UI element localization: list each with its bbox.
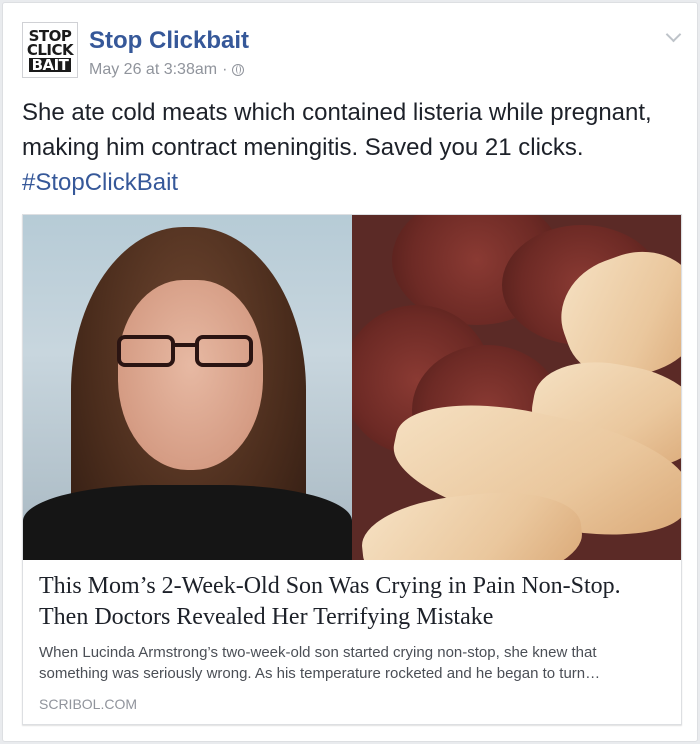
post-timestamp[interactable]: May 26 at 3:38am	[89, 61, 217, 79]
post-body: She ate cold meats which contained liste…	[22, 95, 692, 200]
logo-text-click: CLICK	[26, 40, 74, 59]
woman-photo	[23, 215, 352, 560]
globe-icon[interactable]	[232, 64, 245, 76]
meta-separator: ·	[222, 61, 228, 78]
logo-text-bait: BAIT	[28, 57, 72, 72]
glasses-right-lens	[195, 335, 253, 367]
post-meta: May 26 at 3:38am ·	[89, 61, 245, 79]
post-card: STOP CLICK BAIT Stop Clickbait May 26 at…	[2, 2, 698, 742]
glasses-bridge	[173, 343, 197, 347]
link-description-line: When Lucinda Armstrong’s two-week-old so…	[39, 644, 597, 661]
link-description-line: something was seriously wrong. As his te…	[39, 665, 601, 682]
cold-meats-photo	[352, 215, 681, 560]
link-domain: SCRIBOL.COM	[39, 696, 138, 712]
link-description: When Lucinda Armstrong’s two-week-old so…	[39, 642, 669, 684]
glasses-left-lens	[117, 335, 175, 367]
link-preview-card[interactable]: This Mom’s 2-Week-Old Son Was Crying in …	[22, 214, 682, 725]
link-preview-image[interactable]	[23, 215, 681, 560]
page-name-link[interactable]: Stop Clickbait	[89, 27, 249, 55]
photo-face	[118, 280, 263, 470]
page-avatar[interactable]: STOP CLICK BAIT	[22, 22, 78, 78]
post-text: She ate cold meats which contained liste…	[22, 99, 652, 161]
link-title[interactable]: This Mom’s 2-Week-Old Son Was Crying in …	[39, 571, 664, 633]
chevron-down-icon[interactable]	[665, 26, 682, 43]
hashtag-link[interactable]: #StopClickBait	[22, 169, 178, 196]
photo-shirt	[23, 485, 352, 560]
